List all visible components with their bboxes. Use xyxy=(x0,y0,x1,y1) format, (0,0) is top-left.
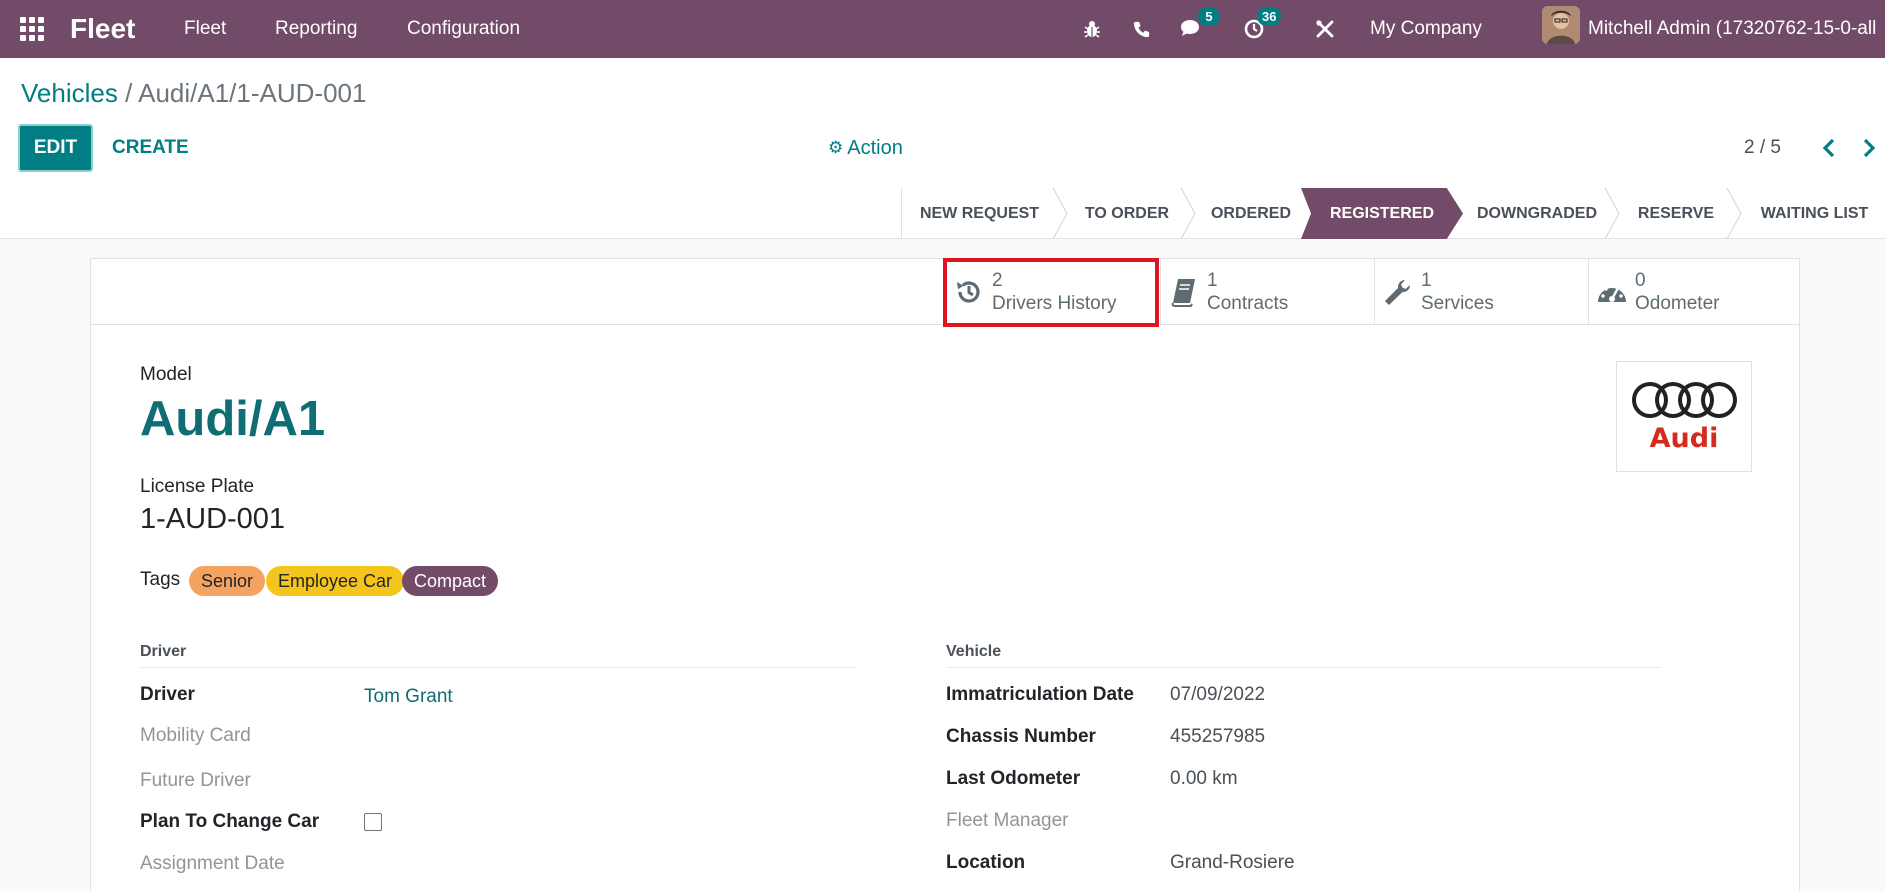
status-bar: NEW REQUEST TO ORDER ORDERED REGISTERED … xyxy=(0,188,1885,239)
driver-label: Driver xyxy=(140,684,195,705)
messages-badge: 5 xyxy=(1198,7,1220,26)
wrench-icon xyxy=(1375,277,1421,307)
group-divider xyxy=(140,667,855,668)
driver-group-title: Driver xyxy=(140,643,187,660)
app-brand[interactable]: Fleet xyxy=(70,0,135,58)
driver-value[interactable]: Tom Grant xyxy=(364,686,453,708)
audi-rings-logo xyxy=(1632,382,1737,418)
edit-button[interactable]: EDIT xyxy=(18,124,93,172)
highlight-box xyxy=(943,258,1159,327)
apps-menu-icon[interactable] xyxy=(20,0,48,58)
last-odometer-label: Last Odometer xyxy=(946,768,1081,789)
action-menu-button[interactable]: ⚙ Action xyxy=(828,124,903,172)
user-avatar[interactable] xyxy=(1542,6,1580,44)
stage-separator xyxy=(1604,188,1620,239)
stage-waiting-list[interactable]: WAITING LIST xyxy=(1744,188,1885,239)
activities-badge: 36 xyxy=(1257,7,1282,26)
user-menu[interactable]: Mitchell Admin (17320762-15-0-all xyxy=(1588,0,1876,58)
breadcrumb-separator: / xyxy=(125,78,133,108)
menu-configuration[interactable]: Configuration xyxy=(407,0,520,58)
tag-employee-car[interactable]: Employee Car xyxy=(266,566,405,596)
control-panel: Vehicles / Audi/A1/1-AUD-001 EDIT CREATE… xyxy=(0,58,1885,189)
create-button[interactable]: CREATE xyxy=(112,124,189,172)
location-value: Grand-Rosiere xyxy=(1170,852,1295,873)
last-odometer-number: 0.00 xyxy=(1170,768,1207,789)
plan-to-change-car-label: Plan To Change Car xyxy=(140,811,320,832)
immatriculation-date-value: 07/09/2022 xyxy=(1170,684,1266,705)
license-plate-value: 1-AUD-001 xyxy=(140,503,286,535)
stage-separator xyxy=(1726,188,1742,239)
model-label: Model xyxy=(140,364,192,385)
book-icon xyxy=(1161,277,1207,307)
stage-registered[interactable]: REGISTERED xyxy=(1301,188,1463,239)
top-navbar: Fleet Fleet Reporting Configuration 5 36… xyxy=(0,0,1885,58)
contracts-count: 1 xyxy=(1207,270,1218,291)
last-odometer-unit: km xyxy=(1212,768,1238,789)
contracts-label: Contracts xyxy=(1207,293,1289,314)
pager-value[interactable]: 2 / 5 xyxy=(1744,124,1781,172)
bug-icon[interactable] xyxy=(1079,0,1105,58)
vehicle-group-title: Vehicle xyxy=(946,643,1002,660)
form-sheet: 2 Drivers History 1 Contracts 1 Services xyxy=(90,258,1800,891)
breadcrumb-current: Audi/A1/1-AUD-001 xyxy=(138,78,367,108)
tools-icon[interactable] xyxy=(1312,0,1338,58)
stage-separator xyxy=(1052,188,1068,239)
pager-next-icon[interactable] xyxy=(1856,124,1882,172)
group-divider xyxy=(946,667,1661,668)
stage-reserve[interactable]: RESERVE xyxy=(1620,188,1732,239)
odometer-button[interactable]: 0 Odometer xyxy=(1588,259,1799,325)
phone-icon[interactable] xyxy=(1128,0,1154,58)
pager-previous-icon[interactable] xyxy=(1816,124,1842,172)
stage-downgraded[interactable]: DOWNGRADED xyxy=(1462,188,1612,239)
location-label: Location xyxy=(946,852,1026,873)
chassis-number-label: Chassis Number xyxy=(946,726,1096,747)
action-label: Action xyxy=(847,136,903,159)
plan-to-change-car-checkbox[interactable] xyxy=(364,813,382,831)
license-plate-label: License Plate xyxy=(140,476,255,497)
tag-compact[interactable]: Compact xyxy=(402,566,499,596)
services-label: Services xyxy=(1421,293,1494,314)
immatriculation-date-label: Immatriculation Date xyxy=(946,684,1134,705)
stage-to-order[interactable]: TO ORDER xyxy=(1068,188,1186,239)
stage-separator xyxy=(1180,188,1196,239)
tachometer-icon xyxy=(1589,278,1635,306)
assignment-date-label: Assignment Date xyxy=(140,853,285,874)
last-odometer-value: 0.00 km xyxy=(1170,768,1238,790)
odometer-label: Odometer xyxy=(1635,293,1720,314)
menu-reporting[interactable]: Reporting xyxy=(275,0,357,58)
menu-fleet[interactable]: Fleet xyxy=(184,0,226,58)
gear-icon: ⚙ xyxy=(828,138,844,157)
company-switcher[interactable]: My Company xyxy=(1370,0,1482,58)
tags-label: Tags xyxy=(140,569,181,590)
fleet-manager-label: Fleet Manager xyxy=(946,810,1069,831)
stage-new-request[interactable]: NEW REQUEST xyxy=(902,188,1057,239)
breadcrumb-vehicles[interactable]: Vehicles xyxy=(21,78,118,108)
breadcrumb: Vehicles / Audi/A1/1-AUD-001 xyxy=(21,78,366,109)
odometer-count: 0 xyxy=(1635,270,1646,291)
stage-ordered[interactable]: ORDERED xyxy=(1196,188,1306,239)
chassis-number-value: 455257985 xyxy=(1170,726,1266,747)
tag-senior[interactable]: Senior xyxy=(189,566,266,596)
services-button[interactable]: 1 Services xyxy=(1374,259,1588,325)
audi-logo-text: Audi xyxy=(1649,423,1719,454)
contracts-button[interactable]: 1 Contracts xyxy=(1160,259,1374,325)
model-name: Audi/A1 xyxy=(140,392,326,446)
mobility-card-label: Mobility Card xyxy=(140,725,251,746)
services-count: 1 xyxy=(1421,270,1432,291)
future-driver-label: Future Driver xyxy=(140,770,251,791)
vehicle-image[interactable]: Audi xyxy=(1616,361,1752,472)
